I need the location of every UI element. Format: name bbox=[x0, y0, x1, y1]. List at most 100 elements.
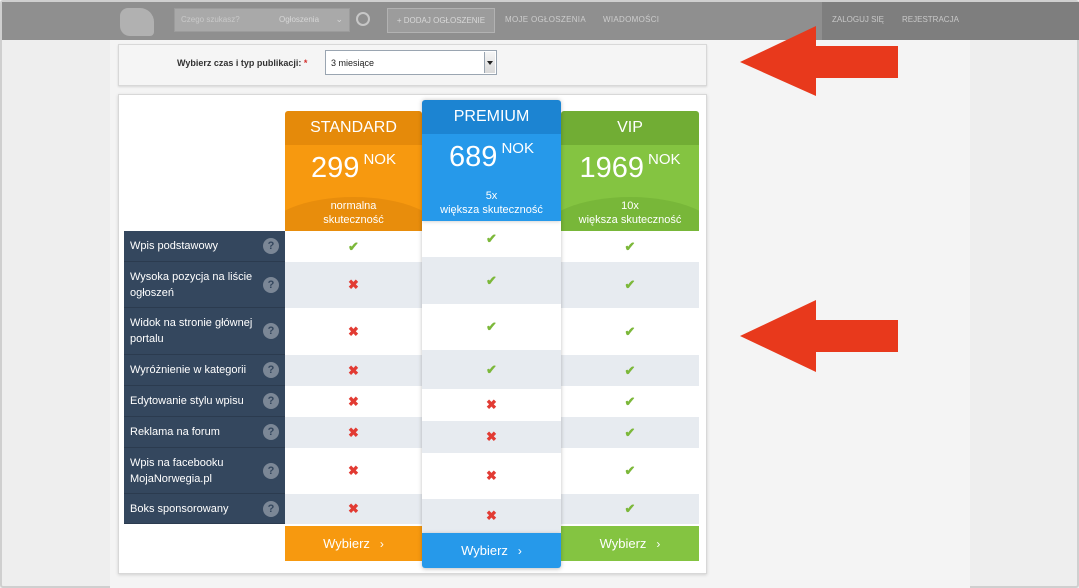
required-mark: * bbox=[303, 58, 308, 68]
check-icon: ✔ bbox=[624, 393, 636, 409]
cross-icon: ✖ bbox=[486, 468, 497, 483]
cross-icon: ✖ bbox=[348, 393, 359, 409]
feature-row-label: Edytowanie stylu wpisu? bbox=[124, 386, 285, 417]
check-icon: ✔ bbox=[624, 277, 636, 292]
feature-label: Wpis podstawowy bbox=[130, 240, 219, 252]
help-icon[interactable]: ? bbox=[263, 424, 279, 440]
check-icon: ✔ bbox=[624, 362, 636, 378]
plan-header-premium: PREMIUM 689 NOK 5x większa skuteczność bbox=[422, 100, 561, 221]
price-value: 1969 bbox=[579, 152, 644, 184]
choose-label: Wybierz bbox=[599, 536, 647, 551]
feature-label: Widok na stronie głównej portalu bbox=[130, 317, 253, 345]
search-icon[interactable] bbox=[356, 12, 370, 26]
cross-icon: ✖ bbox=[348, 277, 359, 292]
desc-line1: normalna bbox=[330, 200, 377, 212]
help-icon[interactable]: ? bbox=[263, 238, 279, 254]
plan-header-vip: VIP 1969 NOK 10x większa skuteczność bbox=[561, 111, 699, 231]
feature-cell-premium: ✔ bbox=[422, 221, 561, 257]
feature-cell-standard: ✖ bbox=[285, 417, 422, 448]
feature-cell-standard: ✖ bbox=[285, 262, 422, 308]
plan-description: 10x większa skuteczność bbox=[561, 199, 699, 227]
nav-messages[interactable]: WIADOMOŚCI bbox=[603, 15, 659, 24]
publication-time-value: 3 miesiące bbox=[331, 58, 375, 68]
logo-icon[interactable] bbox=[120, 8, 154, 36]
price-currency: NOK bbox=[648, 151, 681, 168]
plan-price: 689 NOK bbox=[422, 134, 561, 174]
price-currency: NOK bbox=[501, 140, 534, 157]
check-icon: ✔ bbox=[486, 272, 497, 288]
check-icon: ✔ bbox=[624, 424, 636, 440]
choose-standard-button[interactable]: Wybierz › bbox=[285, 526, 422, 561]
feature-cell-premium: ✖ bbox=[422, 499, 561, 533]
feature-cell-vip: ✔ bbox=[561, 494, 699, 524]
chevron-down-icon[interactable]: ⌄ bbox=[335, 14, 343, 25]
help-icon[interactable]: ? bbox=[263, 362, 279, 378]
check-icon: ✔ bbox=[486, 361, 497, 377]
feature-cell-premium: ✔ bbox=[422, 304, 561, 350]
plan-header-standard: STANDARD 299 NOK normalna skuteczność bbox=[285, 111, 422, 231]
price-value: 689 bbox=[449, 141, 498, 173]
feature-cell-vip: ✔ bbox=[561, 448, 699, 494]
feature-cell-standard: ✖ bbox=[285, 355, 422, 386]
feature-cell-standard: ✖ bbox=[285, 448, 422, 494]
annotation-arrow-middle bbox=[740, 300, 898, 372]
help-icon[interactable]: ? bbox=[263, 323, 279, 339]
search-category-select[interactable]: Ogłoszenia bbox=[279, 15, 319, 24]
add-listing-button[interactable]: + DODAJ OGŁOSZENIE bbox=[387, 8, 495, 33]
feature-cell-vip: ✔ bbox=[561, 417, 699, 448]
register-link[interactable]: REJESTRACJA bbox=[902, 15, 959, 24]
nav-my-listings[interactable]: MOJE OGŁOSZENIA bbox=[505, 15, 586, 24]
cross-icon: ✖ bbox=[486, 429, 497, 444]
feature-label: Edytowanie stylu wpisu bbox=[130, 395, 244, 407]
plan-name: PREMIUM bbox=[453, 108, 530, 125]
feature-cell-premium: ✖ bbox=[422, 453, 561, 499]
desc-line2: większa skuteczność bbox=[440, 204, 543, 216]
desc-line1: 5x bbox=[485, 190, 498, 202]
price-value: 299 bbox=[311, 152, 360, 184]
search-box[interactable]: Czego szukasz? Ogłoszenia ⌄ bbox=[174, 8, 350, 32]
help-icon[interactable]: ? bbox=[263, 393, 279, 409]
plan-price: 299 NOK bbox=[285, 145, 422, 185]
login-link[interactable]: ZALOGUJ SIĘ bbox=[832, 15, 884, 24]
feature-cell-vip: ✔ bbox=[561, 355, 699, 386]
choose-label: Wybierz bbox=[323, 536, 370, 551]
dropdown-arrow-icon[interactable] bbox=[484, 52, 495, 73]
feature-label: Wpis na facebooku MojaNorwegia.pl bbox=[130, 456, 224, 485]
help-icon[interactable]: ? bbox=[263, 462, 279, 479]
search-input[interactable]: Czego szukasz? bbox=[181, 15, 240, 24]
choose-label: Wybierz bbox=[461, 543, 508, 558]
feature-cell-vip: ✔ bbox=[561, 386, 699, 417]
plan-description: normalna skuteczność bbox=[285, 199, 422, 227]
cross-icon: ✖ bbox=[348, 463, 359, 478]
feature-cell-standard: ✖ bbox=[285, 494, 422, 524]
check-icon: ✔ bbox=[348, 238, 359, 254]
choose-premium-button[interactable]: Wybierz › bbox=[422, 533, 561, 568]
feature-row-label: Wyróżnienie w kategorii? bbox=[124, 355, 285, 386]
cross-icon: ✖ bbox=[348, 501, 359, 516]
feature-row-label: Boks sponsorowany? bbox=[124, 494, 285, 524]
publication-time-select[interactable]: 3 miesiące bbox=[325, 50, 497, 75]
help-icon[interactable]: ? bbox=[263, 500, 279, 517]
check-icon: ✔ bbox=[486, 319, 497, 334]
plan-description: 5x większa skuteczność bbox=[422, 189, 561, 217]
plan-name: VIP bbox=[617, 119, 643, 136]
feature-cell-premium: ✖ bbox=[422, 421, 561, 453]
feature-label: Wysoka pozycja na liście ogłoszeń bbox=[130, 270, 253, 299]
plan-price: 1969 NOK bbox=[561, 145, 699, 185]
annotation-arrow-top bbox=[740, 26, 898, 96]
check-icon: ✔ bbox=[624, 238, 636, 254]
check-icon: ✔ bbox=[624, 463, 636, 478]
plan-name: STANDARD bbox=[310, 119, 397, 136]
feature-cell-vip: ✔ bbox=[561, 262, 699, 308]
top-navigation-bar: Czego szukasz? Ogłoszenia ⌄ + DODAJ OGŁO… bbox=[2, 2, 1079, 40]
cross-icon: ✖ bbox=[486, 508, 497, 523]
feature-label: Wyróżnienie w kategorii bbox=[130, 364, 247, 376]
feature-row-label: Wpis podstawowy? bbox=[124, 231, 285, 262]
desc-line2: większa skuteczność bbox=[578, 214, 682, 226]
help-icon[interactable]: ? bbox=[263, 276, 279, 293]
choose-vip-button[interactable]: Wybierz › bbox=[561, 526, 699, 561]
price-currency: NOK bbox=[363, 151, 396, 168]
chevron-right-icon: › bbox=[517, 543, 522, 558]
desc-line1: 10x bbox=[621, 200, 639, 212]
feature-cell-premium: ✖ bbox=[422, 389, 561, 421]
